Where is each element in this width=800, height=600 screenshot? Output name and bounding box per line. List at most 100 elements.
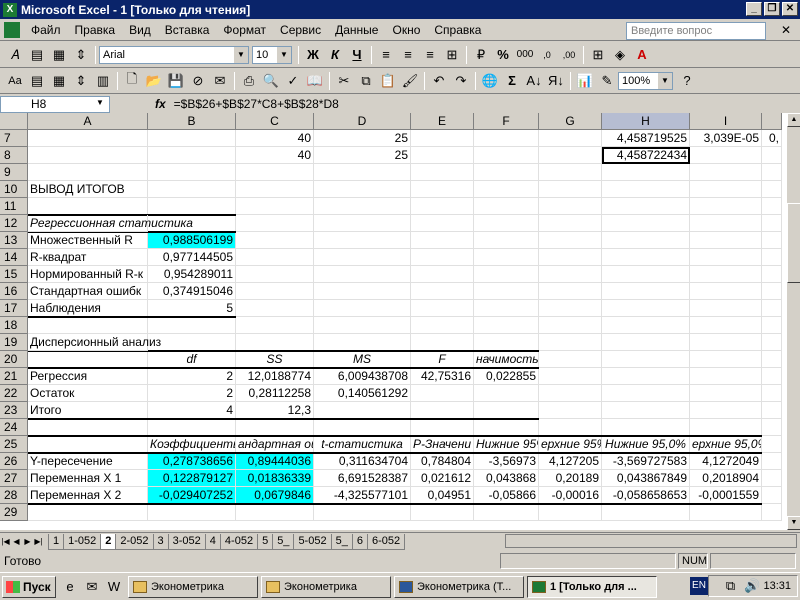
row-header-7[interactable]: 7 <box>0 130 28 147</box>
cell-g9[interactable] <box>539 164 602 181</box>
cell-a12[interactable]: Регрессионная статистика <box>28 215 193 232</box>
merge-center-icon[interactable]: ⊞ <box>442 45 462 65</box>
aa-style-icon[interactable]: Aa <box>5 71 25 91</box>
tray-app-icon[interactable]: ⧉ <box>720 576 740 596</box>
cell-h28[interactable]: -0,058658653 <box>602 487 690 504</box>
cell-i16[interactable] <box>690 283 762 300</box>
menu-view[interactable]: Вид <box>122 23 158 37</box>
sheet-tab-1-052[interactable]: 1-052 <box>63 533 102 550</box>
cell-c11[interactable] <box>236 198 314 215</box>
cell-e8[interactable] <box>411 147 474 164</box>
cell-g14[interactable] <box>539 249 602 266</box>
cell-h15[interactable] <box>602 266 690 283</box>
cell-h17[interactable] <box>602 300 690 317</box>
cell-a28[interactable]: Переменная X 2 <box>28 487 148 504</box>
row-header-24[interactable]: 24 <box>0 419 28 436</box>
cell-j21[interactable] <box>762 368 782 385</box>
cell-b28[interactable]: -0,029407252 <box>148 487 236 504</box>
task-excel-workbook[interactable]: 1 [Только для ... <box>527 575 657 598</box>
cell-c10[interactable] <box>236 181 314 198</box>
cell-g29[interactable] <box>539 504 602 521</box>
minimize-button[interactable]: _ <box>746 2 762 16</box>
cell-f28[interactable]: -0,05866 <box>474 487 539 504</box>
cell-g8[interactable] <box>539 147 602 164</box>
font-size-select[interactable]: 10 ▼ <box>252 45 292 64</box>
cell-j7[interactable]: 0, <box>762 130 782 147</box>
cell-c23[interactable]: 12,3 <box>236 402 314 419</box>
cell-f18[interactable] <box>474 317 539 334</box>
cell-d23[interactable] <box>314 402 411 419</box>
cell-e7[interactable] <box>411 130 474 147</box>
row-header-27[interactable]: 27 <box>0 470 28 487</box>
menu-insert[interactable]: Вставка <box>158 23 217 37</box>
styles-icon[interactable]: 𝐴 <box>5 45 25 65</box>
cell-g28[interactable]: -0,00016 <box>539 487 602 504</box>
spelling-icon[interactable]: ✓ <box>283 71 303 91</box>
cell-e23[interactable] <box>411 402 474 419</box>
cell-j13[interactable] <box>762 232 782 249</box>
sort-desc-icon[interactable]: Я↓ <box>546 71 566 91</box>
cell-c22[interactable]: 0,28112258 <box>236 385 314 402</box>
cell-b23[interactable]: 4 <box>148 402 236 419</box>
autosum-icon[interactable]: Σ <box>502 71 522 91</box>
cell-f19[interactable] <box>474 334 539 351</box>
row-header-16[interactable]: 16 <box>0 283 28 300</box>
excel-app-icon[interactable]: X <box>3 2 17 17</box>
cell-e22[interactable] <box>411 385 474 402</box>
cell-b24[interactable] <box>148 419 236 436</box>
sort-asc-icon[interactable]: A↓ <box>524 71 544 91</box>
row-header-14[interactable]: 14 <box>0 249 28 266</box>
cell-g18[interactable] <box>539 317 602 334</box>
cell-i28[interactable]: -0,0001559 <box>690 487 762 504</box>
cell-i24[interactable] <box>690 419 762 436</box>
row-header-25[interactable]: 25 <box>0 436 28 453</box>
sheet-tab-4-052[interactable]: 4-052 <box>219 533 259 550</box>
cell-b16[interactable]: 0,374915046 <box>148 283 236 300</box>
cell-i22[interactable] <box>690 385 762 402</box>
menu-data[interactable]: Данные <box>328 23 385 37</box>
cell-i13[interactable] <box>690 232 762 249</box>
table-icon[interactable]: ▦ <box>49 45 69 65</box>
cell-c17[interactable] <box>236 300 314 317</box>
cell-j26[interactable] <box>762 453 782 470</box>
cell-h18[interactable] <box>602 317 690 334</box>
cell-i23[interactable] <box>690 402 762 419</box>
cell-b11[interactable] <box>148 198 236 215</box>
next-sheet-icon[interactable]: ▶ <box>22 535 33 549</box>
cell-c26[interactable]: 0,89444036 <box>236 453 314 470</box>
cell-a13[interactable]: Множественный R <box>28 232 148 249</box>
language-indicator[interactable]: EN <box>690 577 708 595</box>
cell-i12[interactable] <box>690 215 762 232</box>
cell-j8[interactable] <box>762 147 782 164</box>
cell-i27[interactable]: 0,2018904 <box>690 470 762 487</box>
cell-d13[interactable] <box>314 232 411 249</box>
horizontal-scrollbar[interactable] <box>505 534 797 548</box>
cell-c15[interactable] <box>236 266 314 283</box>
cell-j29[interactable] <box>762 504 782 521</box>
sheet-tab-5-052[interactable]: 5-052 <box>293 533 332 550</box>
print-icon[interactable]: ⎙ <box>239 71 259 91</box>
cell-h20[interactable] <box>602 351 690 368</box>
cell-d27[interactable]: 6,691528387 <box>314 470 411 487</box>
cell-e15[interactable] <box>411 266 474 283</box>
cell-h27[interactable]: 0,043867849 <box>602 470 690 487</box>
cut-icon[interactable]: ✂ <box>334 71 354 91</box>
row-header-21[interactable]: 21 <box>0 368 28 385</box>
cell-j11[interactable] <box>762 198 782 215</box>
redo-icon[interactable]: ↷ <box>451 71 471 91</box>
cell-d12[interactable] <box>314 215 411 232</box>
cell-b18[interactable] <box>148 317 236 334</box>
cell-c16[interactable] <box>236 283 314 300</box>
cell-g11[interactable] <box>539 198 602 215</box>
select-all-corner[interactable] <box>0 113 28 130</box>
cell-j10[interactable] <box>762 181 782 198</box>
column-header-a[interactable]: A <box>28 113 148 130</box>
cell-e17[interactable] <box>411 300 474 317</box>
cell-g26[interactable]: 4,127205 <box>539 453 602 470</box>
formula-text[interactable]: =$B$26+$B$27*C8+$B$28*D8 <box>174 97 339 111</box>
column-header-h[interactable]: H <box>602 113 690 130</box>
column-header-f[interactable]: F <box>474 113 539 130</box>
form-icon[interactable]: ▤ <box>27 71 47 91</box>
cell-g22[interactable] <box>539 385 602 402</box>
cell-f25[interactable]: Нижние 95% <box>474 436 539 453</box>
